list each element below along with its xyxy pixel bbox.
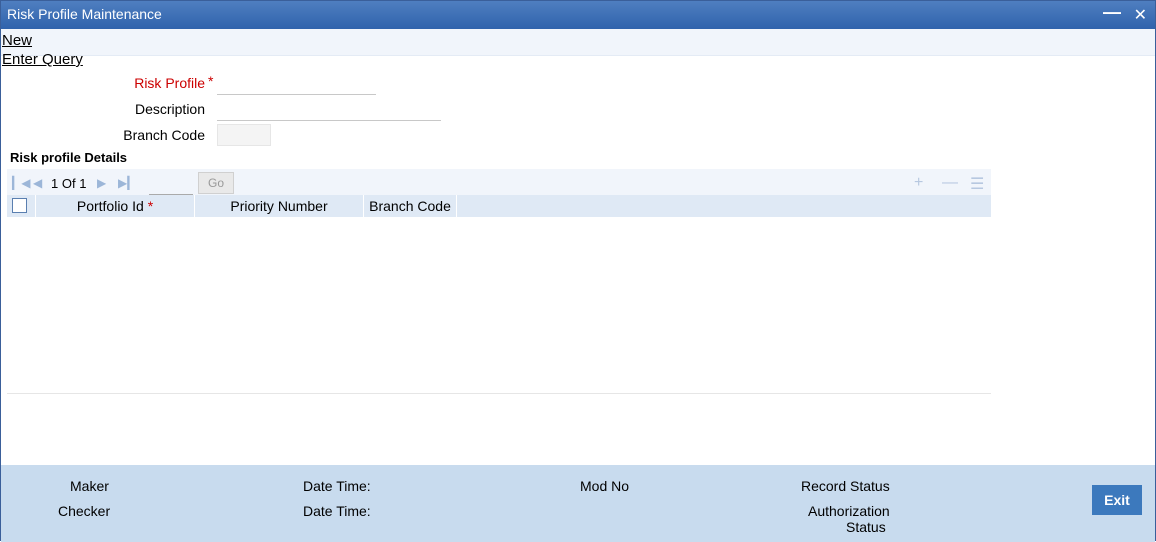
new-link[interactable]: New [2,32,32,49]
maker-label: Maker [70,478,109,494]
page-number-input[interactable] [149,174,193,195]
description-label: Description [134,101,205,117]
remove-row-icon[interactable]: — [942,174,958,192]
last-page-icon[interactable]: ▶▎ [118,176,136,190]
pager-current: 1 [51,176,59,191]
footer: Maker Checker Date Time: Date Time: Mod … [1,465,1155,542]
column-branch-code[interactable]: Branch Code [364,195,457,217]
add-row-icon[interactable]: + [914,174,923,192]
maker-date-time-label: Date Time: [303,478,371,494]
select-all-cell [7,195,36,217]
column-label: Priority Number [230,198,328,214]
next-page-icon[interactable]: ▶ [97,176,106,190]
mod-no-label: Mod No [580,478,630,494]
column-label: Branch Code [369,198,451,214]
select-all-checkbox[interactable] [12,198,27,213]
pager-total: 1 [79,176,87,191]
risk-profile-input[interactable] [217,74,376,95]
branch-code-field[interactable] [217,124,271,146]
title-bar: Risk Profile Maintenance — ✕ [1,1,1155,29]
pager: 1 Of 1 [51,176,86,191]
section-title: Risk profile Details [10,150,128,165]
record-status-label: Record Status [801,478,890,494]
checker-date-time-label: Date Time: [303,503,371,519]
authorization-status-label: Status [846,519,886,535]
details-grid: ▎◀ ◀ 1 Of 1 ▶ ▶▎ Go + — ☰ Portfolio Id * [7,169,991,394]
minimize-icon[interactable]: — [1103,2,1121,23]
column-priority-number[interactable]: Priority Number [195,195,364,217]
required-marker: * [147,198,154,214]
enter-query-link[interactable]: Enter Query [2,51,83,68]
column-portfolio-id[interactable]: Portfolio Id * [36,195,195,217]
close-icon[interactable]: ✕ [1134,5,1147,25]
risk-profile-label: Risk Profile [134,75,205,91]
grid-toolbar: ▎◀ ◀ 1 Of 1 ▶ ▶▎ Go + — ☰ [7,169,991,195]
required-marker: * [208,73,214,89]
list-view-icon[interactable]: ☰ [970,174,984,194]
window-title: Risk Profile Maintenance [7,6,162,22]
description-input[interactable] [217,100,441,121]
column-label: Portfolio Id [76,198,144,214]
menu-bar [1,29,1155,56]
authorization-label: Authorization [808,503,890,519]
grid-header: Portfolio Id * Priority Number Branch Co… [7,195,991,217]
prev-page-icon[interactable]: ◀ [33,176,42,190]
pager-of: Of [61,176,76,191]
first-page-icon[interactable]: ▎◀ [12,176,30,190]
risk-profile-window: Risk Profile Maintenance — ✕ New Enter Q… [0,0,1156,542]
checker-label: Checker [58,503,111,519]
branch-code-label: Branch Code [123,127,205,143]
exit-button[interactable]: Exit [1092,485,1142,515]
go-button[interactable]: Go [198,172,234,194]
